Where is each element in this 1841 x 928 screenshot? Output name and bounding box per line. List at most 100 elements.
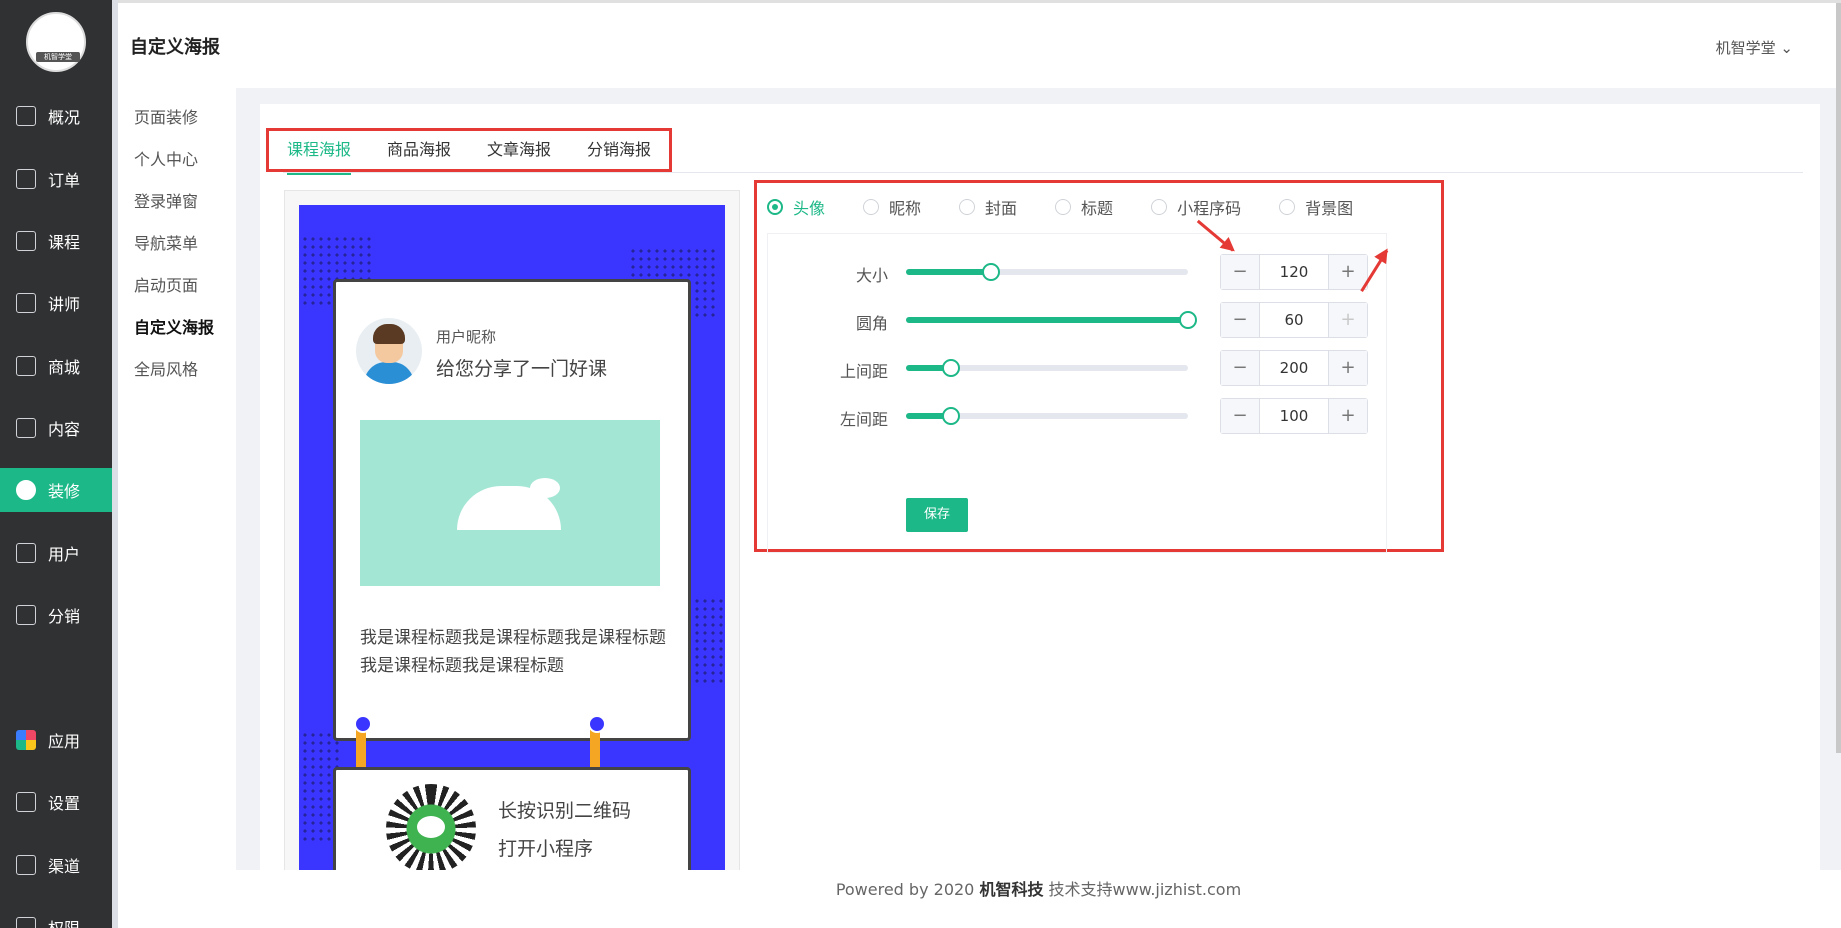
logo-text: 机智学堂 xyxy=(36,52,80,62)
left-margin-slider[interactable] xyxy=(906,407,1188,425)
size-label: 大小 xyxy=(855,266,888,285)
radio-label: 小程序码 xyxy=(1177,199,1242,218)
radio-cover[interactable]: 封面 xyxy=(959,195,1017,219)
course-icon xyxy=(16,231,36,251)
subnav-login-popup[interactable]: 登录弹窗 xyxy=(134,188,198,212)
radio-title[interactable]: 标题 xyxy=(1055,195,1113,219)
apps-icon xyxy=(16,730,36,750)
nav-item-apps[interactable]: 应用 xyxy=(0,718,112,762)
user-menu[interactable]: 机智学堂 ⌄ xyxy=(1716,37,1793,58)
nav-label: 装修 xyxy=(48,482,81,501)
subnav-launch-page[interactable]: 启动页面 xyxy=(134,272,198,296)
subnav-global-style[interactable]: 全局风格 xyxy=(134,356,198,380)
subnav-nav-menu[interactable]: 导航菜单 xyxy=(134,230,198,254)
radius-slider[interactable] xyxy=(906,311,1197,329)
footer: Powered by 2020 机智科技 技术支持www.jizhist.com xyxy=(236,870,1841,928)
nav-item-teachers[interactable]: 讲师 xyxy=(0,281,112,325)
dots-decoration xyxy=(685,597,725,687)
nav-label: 权限 xyxy=(48,915,80,928)
nav-item-users[interactable]: 用户 xyxy=(0,531,112,575)
poster-background: 用户昵称 给您分享了一门好课 我是课程标题我是课程标题我是课程标题我是课程标题我… xyxy=(299,205,725,879)
radio-dot xyxy=(1151,199,1168,215)
nav-item-overview[interactable]: 概况 xyxy=(0,94,112,138)
radio-label: 封面 xyxy=(985,199,1018,218)
top-header: 自定义海报 机智学堂 ⌄ xyxy=(118,0,1841,753)
slider-thumb[interactable] xyxy=(1179,311,1197,329)
user-icon xyxy=(16,543,36,563)
element-settings-panel: 头像 昵称 封面 标题 小程序码 背景图 大小 − 120 + 圆角 − 60 … xyxy=(754,180,1444,553)
radio-qrcode[interactable]: 小程序码 xyxy=(1151,195,1241,219)
top-margin-slider[interactable] xyxy=(906,359,1188,377)
nav-item-settings[interactable]: 设置 xyxy=(0,780,112,824)
nav-item-courses[interactable]: 课程 xyxy=(0,219,112,263)
left-margin-value[interactable]: 100 xyxy=(1259,399,1329,433)
content-icon xyxy=(16,418,36,438)
slider-fill xyxy=(906,269,991,275)
radio-avatar[interactable]: 头像 xyxy=(767,195,825,219)
slider-thumb[interactable] xyxy=(942,407,961,425)
page-scrollbar[interactable] xyxy=(1836,3,1841,753)
size-slider[interactable] xyxy=(906,263,1188,281)
nav-item-permissions[interactable]: 权限 xyxy=(0,905,112,928)
poster-tabs: 课程海报 商品海报 文章海报 分销海报 xyxy=(266,128,673,175)
radius-label: 圆角 xyxy=(855,314,888,333)
mini-program-qrcode[interactable] xyxy=(386,784,476,874)
save-button[interactable]: 保存 xyxy=(906,498,968,532)
slider-thumb[interactable] xyxy=(942,359,961,377)
nav-label: 商城 xyxy=(48,358,81,377)
nav-item-channels[interactable]: 渠道 xyxy=(0,843,112,887)
store-icon xyxy=(16,356,36,376)
poster-cover-image[interactable] xyxy=(360,420,660,586)
poster-scan-text: 长按识别二维码 xyxy=(498,800,632,822)
increment-button[interactable]: + xyxy=(1329,351,1367,385)
increment-button[interactable]: + xyxy=(1329,399,1367,433)
nav-label: 内容 xyxy=(48,420,81,439)
radio-dot xyxy=(863,199,880,215)
nav-item-decorate[interactable]: 装修 xyxy=(0,468,112,512)
radio-dot xyxy=(1279,199,1296,215)
radio-label: 昵称 xyxy=(889,199,922,218)
subnav-personal-center[interactable]: 个人中心 xyxy=(134,146,198,170)
radius-stepper: − 60 + xyxy=(1220,302,1368,338)
tab-article-poster[interactable]: 文章海报 xyxy=(469,131,569,169)
size-stepper: − 120 + xyxy=(1220,254,1368,290)
decrement-button[interactable]: − xyxy=(1221,399,1259,433)
radio-background[interactable]: 背景图 xyxy=(1279,195,1353,219)
sub-nav: 页面装修 个人中心 登录弹窗 导航菜单 启动页面 自定义海报 全局风格 xyxy=(118,88,236,928)
avatar[interactable] xyxy=(356,318,422,384)
nav-item-content[interactable]: 内容 xyxy=(0,406,112,450)
decrement-button[interactable]: − xyxy=(1221,255,1259,289)
radio-label: 背景图 xyxy=(1305,199,1354,218)
radio-nickname[interactable]: 昵称 xyxy=(863,195,921,219)
order-icon xyxy=(16,169,36,189)
slider-fill xyxy=(906,317,1188,323)
chevron-down-icon: ⌄ xyxy=(1780,39,1793,57)
gear-icon xyxy=(16,792,36,812)
footer-company: 机智科技 xyxy=(979,880,1044,899)
top-margin-value[interactable]: 200 xyxy=(1259,351,1329,385)
nav-label: 概况 xyxy=(48,108,81,127)
radio-label: 标题 xyxy=(1081,199,1114,218)
tabs-divider xyxy=(283,172,1803,173)
slider-thumb[interactable] xyxy=(981,263,1000,281)
radio-dot xyxy=(1055,199,1072,215)
subnav-custom-poster[interactable]: 自定义海报 xyxy=(134,314,214,338)
decrement-button[interactable]: − xyxy=(1221,351,1259,385)
subnav-page-decorate[interactable]: 页面装修 xyxy=(134,104,198,128)
logo: 机智学堂 xyxy=(26,12,86,72)
poster-open-text: 打开小程序 xyxy=(498,838,594,860)
footer-text: Powered by 2020 机智科技 技术支持www.jizhist.com xyxy=(236,876,1841,900)
radius-value[interactable]: 60 xyxy=(1259,303,1329,337)
tab-course-poster[interactable]: 课程海报 xyxy=(269,131,369,175)
decrement-button[interactable]: − xyxy=(1221,303,1259,337)
tab-product-poster[interactable]: 商品海报 xyxy=(369,131,469,169)
size-value[interactable]: 120 xyxy=(1259,255,1329,289)
nav-item-store[interactable]: 商城 xyxy=(0,344,112,388)
increment-button[interactable]: + xyxy=(1329,255,1367,289)
top-margin-stepper: − 200 + xyxy=(1220,350,1368,386)
nav-item-distribution[interactable]: 分销 xyxy=(0,593,112,637)
tab-distribution-poster[interactable]: 分销海报 xyxy=(569,131,669,169)
nav-item-orders[interactable]: 订单 xyxy=(0,157,112,201)
increment-button[interactable]: + xyxy=(1329,303,1367,337)
poster-course-title: 我是课程标题我是课程标题我是课程标题我是课程标题我是课程标题 xyxy=(360,628,666,676)
